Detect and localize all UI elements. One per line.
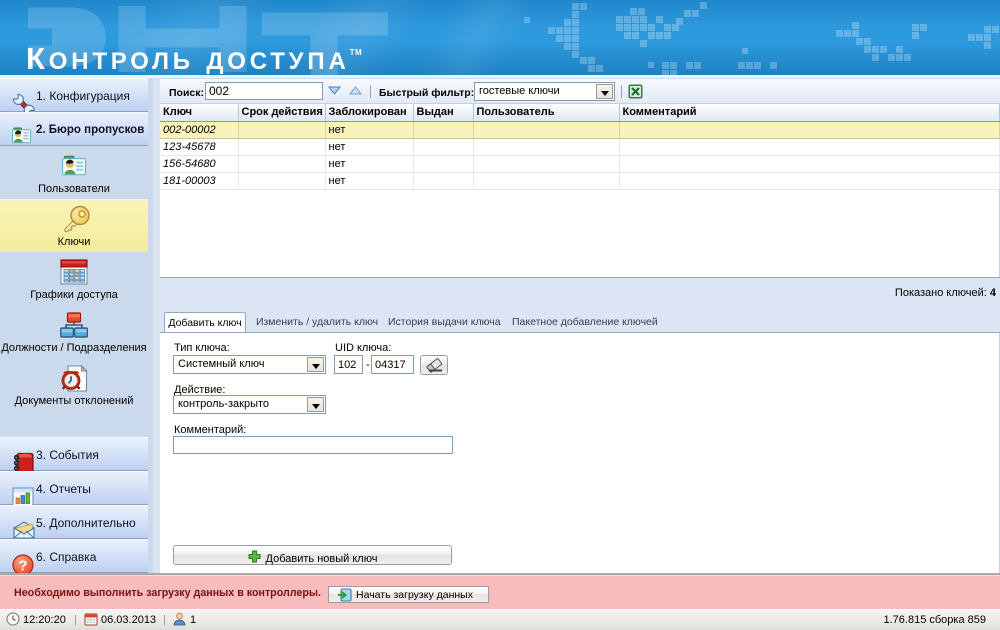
svg-text:?: ? [18,558,27,575]
